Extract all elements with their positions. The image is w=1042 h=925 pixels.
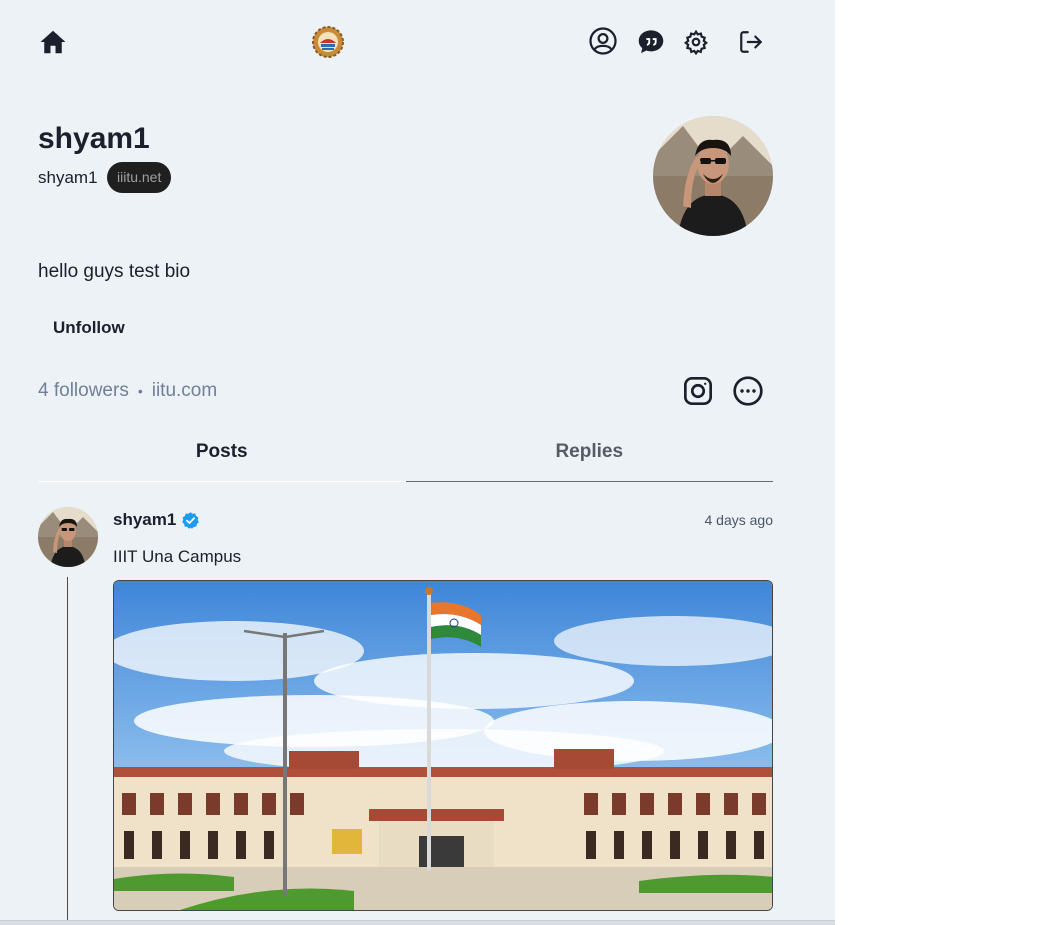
post-avatar[interactable] bbox=[38, 507, 98, 567]
post-text: IIIT Una Campus bbox=[113, 547, 242, 566]
post-image[interactable] bbox=[113, 580, 773, 911]
user-circle-icon[interactable] bbox=[588, 26, 618, 56]
profile-meta: 4 followers • iitu.com bbox=[38, 380, 217, 402]
instagram-icon[interactable] bbox=[682, 375, 714, 407]
more-icon[interactable] bbox=[732, 375, 764, 407]
gear-icon[interactable] bbox=[681, 27, 711, 57]
iiit-una-logo bbox=[311, 25, 345, 59]
profile-username: shyam1 bbox=[38, 168, 98, 187]
tab-posts[interactable]: Posts bbox=[38, 432, 406, 482]
profile-name: shyam1 bbox=[38, 122, 150, 155]
tab-replies[interactable]: Replies bbox=[405, 432, 773, 482]
profile-bio: hello guys test bio bbox=[38, 261, 191, 282]
profile-tabs: Posts Replies bbox=[38, 432, 773, 482]
post-username[interactable]: shyam1 bbox=[113, 510, 176, 530]
thread-line bbox=[67, 577, 68, 925]
logout-icon[interactable] bbox=[736, 27, 766, 57]
chat-bubble-icon[interactable] bbox=[636, 27, 666, 57]
domain-badge: iiitu.net bbox=[107, 162, 172, 193]
post-timestamp: 4 days ago bbox=[704, 512, 774, 528]
bottom-edge bbox=[0, 920, 835, 925]
top-header bbox=[0, 0, 835, 82]
profile-link[interactable]: iitu.com bbox=[152, 380, 217, 402]
meta-separator: • bbox=[137, 383, 143, 399]
unfollow-button[interactable]: Unfollow bbox=[38, 312, 140, 344]
home-icon[interactable] bbox=[38, 27, 68, 57]
followers-count[interactable]: 4 followers bbox=[38, 380, 129, 402]
profile-avatar[interactable] bbox=[653, 116, 773, 236]
app-root: shyam1 shyam1 iiitu.net hello guys test … bbox=[0, 0, 835, 925]
verified-badge-icon bbox=[181, 511, 200, 530]
blank-area bbox=[835, 0, 1042, 925]
